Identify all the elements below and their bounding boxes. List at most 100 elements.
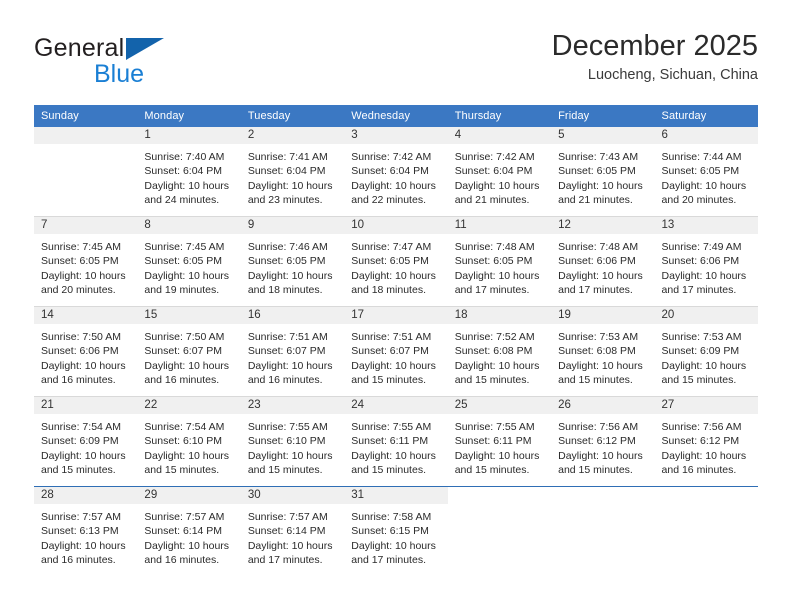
calendar-day-cell[interactable]: 19 Sunrise: 7:53 AM Sunset: 6:08 PM Dayligh… (551, 306, 655, 397)
day-sun-info: Sunrise: 7:57 AM Sunset: 6:13 PM Daylight:… (34, 504, 137, 568)
calendar-day-cell[interactable]: 15 Sunrise: 7:50 AM Sunset: 6:07 PM Dayligh… (137, 306, 241, 397)
calendar-day-cell[interactable]: 10 Sunrise: 7:47 AM Sunset: 6:05 PM Dayligh… (344, 216, 448, 307)
sunset-text: Sunset: 6:08 PM (454, 345, 533, 358)
sunset-text: Sunset: 6:05 PM (41, 255, 119, 268)
day-number: 6 (654, 127, 758, 144)
day-number: 5 (551, 127, 655, 144)
weekday-header-wednesday: Wednesday (344, 105, 448, 127)
sunrise-text: Sunrise: 7:57 AM (144, 511, 225, 523)
sunset-text: Sunset: 6:09 PM (41, 435, 119, 448)
sunrise-text: Sunrise: 7:44 AM (661, 151, 742, 163)
calendar-day-cell[interactable]: 1 Sunrise: 7:40 AM Sunset: 6:04 PM Daylight… (137, 127, 241, 217)
calendar-empty-cell (447, 486, 552, 576)
calendar-day-cell[interactable]: 14 Sunrise: 7:50 AM Sunset: 6:06 PM Dayligh… (34, 306, 138, 397)
day-number: 27 (654, 397, 758, 414)
daylight-text-line2: and 22 minutes. (351, 194, 426, 207)
daylight-text-line1: Daylight: 10 hours (454, 269, 540, 282)
calendar-week-row: 7 Sunrise: 7:45 AM Sunset: 6:05 PM Daylight… (34, 216, 758, 307)
sunset-text: Sunset: 6:09 PM (661, 345, 740, 358)
daylight-text-line1: Daylight: 10 hours (351, 539, 436, 552)
calendar-week-row: 21 Sunrise: 7:54 AM Sunset: 6:09 PM Dayligh… (34, 396, 758, 487)
general-blue-logo[interactable]: General Blue (34, 34, 254, 96)
daylight-text-line1: Daylight: 10 hours (558, 179, 643, 192)
calendar-day-cell[interactable]: 4 Sunrise: 7:42 AM Sunset: 6:04 PM Daylight… (447, 127, 552, 217)
sunrise-text: Sunrise: 7:54 AM (144, 421, 225, 433)
calendar-day-cell[interactable]: 13 Sunrise: 7:49 AM Sunset: 6:06 PM Dayligh… (654, 216, 758, 307)
calendar-day-cell[interactable]: 6 Sunrise: 7:44 AM Sunset: 6:05 PM Daylight… (654, 127, 758, 217)
day-sun-info: Sunrise: 7:58 AM Sunset: 6:15 PM Daylight:… (344, 504, 447, 568)
calendar-day-cell[interactable]: 7 Sunrise: 7:45 AM Sunset: 6:05 PM Daylight… (34, 216, 138, 307)
sunrise-text: Sunrise: 7:51 AM (247, 331, 328, 343)
sunrise-text: Sunrise: 7:42 AM (454, 151, 535, 163)
daylight-text-line1: Daylight: 10 hours (661, 269, 747, 282)
calendar-day-cell[interactable]: 16 Sunrise: 7:51 AM Sunset: 6:07 PM Dayligh… (240, 306, 345, 397)
day-number: 16 (240, 307, 345, 324)
daylight-text-line1: Daylight: 10 hours (351, 179, 436, 192)
day-sun-info: Sunrise: 7:44 AM Sunset: 6:05 PM Daylight:… (655, 144, 758, 208)
calendar-day-cell[interactable]: 29 Sunrise: 7:57 AM Sunset: 6:14 PM Dayligh… (137, 486, 241, 576)
sunrise-text: Sunrise: 7:53 AM (558, 331, 639, 343)
day-number: 19 (551, 307, 655, 324)
daylight-text-line1: Daylight: 10 hours (661, 179, 747, 192)
daylight-text-line1: Daylight: 10 hours (41, 449, 126, 462)
calendar-day-cell[interactable]: 27 Sunrise: 7:56 AM Sunset: 6:12 PM Dayligh… (654, 396, 758, 487)
day-sun-info: Sunrise: 7:48 AM Sunset: 6:06 PM Daylight:… (551, 234, 654, 298)
daylight-text-line2: and 16 minutes. (247, 374, 323, 387)
calendar-day-cell[interactable]: 17 Sunrise: 7:51 AM Sunset: 6:07 PM Dayligh… (344, 306, 448, 397)
calendar-day-cell[interactable]: 25 Sunrise: 7:55 AM Sunset: 6:11 PM Dayligh… (447, 396, 552, 487)
day-number: 22 (137, 397, 241, 414)
calendar-day-cell[interactable]: 20 Sunrise: 7:53 AM Sunset: 6:09 PM Dayligh… (654, 306, 758, 397)
day-sun-info: Sunrise: 7:45 AM Sunset: 6:05 PM Daylight:… (34, 234, 137, 298)
daylight-text-line2: and 21 minutes. (454, 194, 530, 207)
day-sun-info: Sunrise: 7:48 AM Sunset: 6:05 PM Daylight:… (448, 234, 551, 298)
weekday-header-tuesday: Tuesday (240, 105, 345, 127)
sunrise-text: Sunrise: 7:50 AM (144, 331, 225, 343)
calendar-day-cell[interactable]: 21 Sunrise: 7:54 AM Sunset: 6:09 PM Dayligh… (34, 396, 138, 487)
calendar-day-cell[interactable]: 23 Sunrise: 7:55 AM Sunset: 6:10 PM Dayligh… (240, 396, 345, 487)
calendar-day-cell[interactable]: 12 Sunrise: 7:48 AM Sunset: 6:06 PM Dayligh… (551, 216, 655, 307)
day-sun-info: Sunrise: 7:45 AM Sunset: 6:05 PM Daylight:… (137, 234, 240, 298)
calendar-day-cell[interactable]: 30 Sunrise: 7:57 AM Sunset: 6:14 PM Dayligh… (240, 486, 345, 576)
day-sun-info: Sunrise: 7:53 AM Sunset: 6:08 PM Daylight:… (551, 324, 654, 388)
calendar-day-cell[interactable]: 26 Sunrise: 7:56 AM Sunset: 6:12 PM Dayligh… (551, 396, 655, 487)
daylight-text-line2: and 17 minutes. (454, 284, 530, 297)
calendar-empty-cell (34, 127, 138, 217)
calendar-page: General Blue December 2025 Luocheng, Sic… (0, 0, 792, 612)
calendar-day-cell[interactable]: 24 Sunrise: 7:55 AM Sunset: 6:11 PM Dayligh… (344, 396, 448, 487)
day-number: 28 (34, 487, 138, 504)
calendar-day-cell[interactable]: 9 Sunrise: 7:46 AM Sunset: 6:05 PM Daylight… (240, 216, 345, 307)
sunrise-text: Sunrise: 7:42 AM (351, 151, 432, 163)
daylight-text-line2: and 19 minutes. (144, 284, 220, 297)
sunset-text: Sunset: 6:05 PM (558, 165, 636, 178)
sunset-text: Sunset: 6:05 PM (351, 255, 429, 268)
calendar-day-cell[interactable]: 3 Sunrise: 7:42 AM Sunset: 6:04 PM Daylight… (344, 127, 448, 217)
day-number: 9 (240, 217, 345, 234)
sunrise-text: Sunrise: 7:56 AM (558, 421, 639, 433)
day-number (655, 487, 758, 504)
sunset-text: Sunset: 6:12 PM (661, 435, 740, 448)
calendar-day-cell[interactable]: 28 Sunrise: 7:57 AM Sunset: 6:13 PM Dayligh… (34, 486, 138, 576)
sunset-text: Sunset: 6:04 PM (144, 165, 223, 178)
sunrise-text: Sunrise: 7:51 AM (351, 331, 432, 343)
day-number (34, 127, 138, 144)
sunset-text: Sunset: 6:07 PM (351, 345, 429, 358)
daylight-text-line2: and 15 minutes. (351, 374, 426, 387)
daylight-text-line1: Daylight: 10 hours (144, 269, 230, 282)
sunrise-text: Sunrise: 7:40 AM (144, 151, 225, 163)
daylight-text-line2: and 20 minutes. (661, 194, 737, 207)
calendar-day-cell[interactable]: 31 Sunrise: 7:58 AM Sunset: 6:15 PM Dayligh… (344, 486, 448, 576)
calendar-day-cell[interactable]: 2 Sunrise: 7:41 AM Sunset: 6:04 PM Daylight… (240, 127, 345, 217)
daylight-text-line1: Daylight: 10 hours (558, 269, 643, 282)
calendar-day-cell[interactable]: 22 Sunrise: 7:54 AM Sunset: 6:10 PM Dayligh… (137, 396, 241, 487)
daylight-text-line2: and 16 minutes. (144, 374, 220, 387)
day-sun-info: Sunrise: 7:55 AM Sunset: 6:11 PM Daylight:… (344, 414, 447, 478)
day-number: 20 (654, 307, 758, 324)
calendar-day-cell[interactable]: 8 Sunrise: 7:45 AM Sunset: 6:05 PM Daylight… (137, 216, 241, 307)
day-number: 30 (240, 487, 345, 504)
calendar-day-cell[interactable]: 18 Sunrise: 7:52 AM Sunset: 6:08 PM Dayligh… (447, 306, 552, 397)
daylight-text-line1: Daylight: 10 hours (144, 539, 230, 552)
daylight-text-line2: and 15 minutes. (351, 464, 426, 477)
calendar-day-cell[interactable]: 5 Sunrise: 7:43 AM Sunset: 6:05 PM Daylight… (551, 127, 655, 217)
daylight-text-line2: and 17 minutes. (247, 554, 323, 567)
calendar-day-cell[interactable]: 11 Sunrise: 7:48 AM Sunset: 6:05 PM Dayligh… (447, 216, 552, 307)
